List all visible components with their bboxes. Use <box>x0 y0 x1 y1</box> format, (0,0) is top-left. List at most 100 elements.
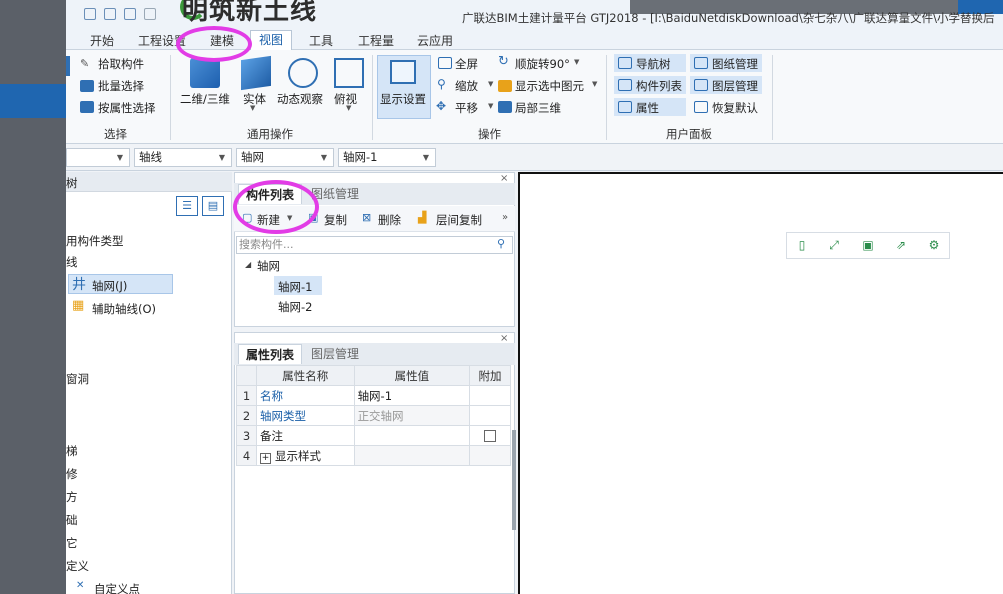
floor-copy-button[interactable]: 层间复制 <box>436 212 482 228</box>
category-select[interactable]: 轴线 ▼ <box>134 148 232 167</box>
window-title: 广联达BIM土建计量平台 GTJ2018 - [I:\BaiduNetdiskD… <box>462 11 995 25</box>
navigator-item[interactable]: 线 <box>66 254 78 270</box>
navigator-item[interactable]: 用构件类型 <box>66 233 124 249</box>
property-extra <box>469 385 511 406</box>
local-3d-button[interactable]: 局部三维 <box>515 100 561 116</box>
navigator-item-grid[interactable]: 轴网(J) <box>92 278 127 294</box>
tree-item-grid-2[interactable]: 轴网-2 <box>278 299 312 315</box>
component-list-button[interactable]: 构件列表 <box>636 78 682 94</box>
fullscreen-icon <box>438 57 452 69</box>
solid-icon <box>241 55 271 91</box>
phone-icon[interactable]: ▯ <box>794 237 810 253</box>
properties-button[interactable]: 属性 <box>636 100 659 116</box>
property-name: 备注 <box>255 425 355 446</box>
fullscreen-button[interactable]: 全屏 <box>455 56 478 72</box>
column-header: 属性值 <box>353 365 471 386</box>
quick-access-save-icon[interactable] <box>124 8 136 20</box>
type-select[interactable]: 轴网 ▼ <box>236 148 334 167</box>
tab-quantities[interactable]: 工程量 <box>358 32 394 49</box>
property-extra <box>469 445 511 466</box>
rotate-90-button[interactable]: 顺旋转90° <box>515 56 570 72</box>
navigator-item[interactable]: 修 <box>66 466 78 482</box>
tree-root[interactable]: 轴网 <box>257 258 280 274</box>
zoom-icon: ⚲ <box>437 77 446 91</box>
navigator-item[interactable]: 方 <box>66 489 78 505</box>
table-row[interactable]: 2 轴网类型 正交轴网 <box>236 405 511 426</box>
table-row[interactable]: 1 名称 轴网-1 <box>236 385 511 406</box>
quick-access-new-icon[interactable] <box>84 8 96 20</box>
property-extra[interactable] <box>469 425 511 446</box>
navigator-item[interactable]: 梯 <box>66 443 78 459</box>
property-value[interactable]: 轴网-1 <box>353 385 471 406</box>
additional-checkbox[interactable] <box>484 430 497 442</box>
navigator-tree-button[interactable]: 导航树 <box>636 56 671 72</box>
pan-dropdown-icon[interactable]: ▼ <box>488 102 493 110</box>
table-row[interactable]: 4 + 显示样式 <box>236 445 511 466</box>
fullscreen-icon[interactable]: ⤢ <box>826 237 842 253</box>
pick-component-button[interactable]: 拾取构件 <box>98 56 144 72</box>
save-icon[interactable]: ▣ <box>860 237 876 253</box>
batch-select-button[interactable]: 批量选择 <box>98 78 144 94</box>
tab-view[interactable]: 视图 <box>250 30 293 50</box>
instance-select[interactable]: 轴网-1 ▼ <box>338 148 436 167</box>
tab-cloud[interactable]: 云应用 <box>417 32 453 49</box>
tab-tools[interactable]: 工具 <box>309 32 333 49</box>
show-selected-icon <box>498 80 512 92</box>
navigator-item[interactable]: 础 <box>66 512 78 528</box>
solid-dropdown-icon[interactable]: ▼ <box>250 104 255 112</box>
detail-view-icon[interactable]: ▤ <box>202 196 224 216</box>
navigator-header <box>66 172 232 192</box>
drawing-manager-icon <box>694 57 708 69</box>
tab-layer-manager[interactable]: 图层管理 <box>304 344 366 364</box>
restore-default-button[interactable]: 恢复默认 <box>712 100 758 116</box>
tab-start[interactable]: 开始 <box>90 32 114 49</box>
navigator-item[interactable]: 它 <box>66 535 78 551</box>
tab-property-list[interactable]: 属性列表 <box>238 344 303 364</box>
row-index: 4 <box>236 445 257 466</box>
delete-component-button[interactable]: 删除 <box>378 212 401 228</box>
zoom-button[interactable]: 缩放 <box>455 78 478 94</box>
display-settings-button[interactable]: 显示设置 <box>380 91 426 107</box>
2d-3d-button[interactable]: 二维/三维 <box>180 91 230 107</box>
floor-select[interactable]: ▼ <box>66 148 130 167</box>
navigator-item[interactable]: 定义 <box>66 558 89 574</box>
property-scrollbar[interactable] <box>512 430 516 530</box>
2d-3d-icon <box>190 58 220 88</box>
restore-default-icon <box>694 101 708 113</box>
component-search-input[interactable]: 搜索构件... <box>236 236 513 254</box>
settings-icon[interactable]: ⚙ <box>926 237 942 253</box>
tree-item-grid-1[interactable]: 轴网-1 <box>278 279 312 295</box>
zoom-dropdown-icon[interactable]: ▼ <box>488 80 493 88</box>
show-selected-dropdown-icon[interactable]: ▼ <box>592 80 597 88</box>
drawing-manager-button[interactable]: 图纸管理 <box>712 56 758 72</box>
group-separator <box>372 55 373 140</box>
pan-button[interactable]: 平移 <box>455 100 478 116</box>
orbit-button[interactable]: 动态观察 <box>277 91 323 107</box>
operate-group-label: 操作 <box>478 127 501 141</box>
search-icon[interactable]: ⚲ <box>497 237 505 250</box>
pan-icon: ✥ <box>436 99 447 113</box>
select-by-property-button[interactable]: 按属性选择 <box>98 100 156 116</box>
table-row[interactable]: 3 备注 <box>236 425 511 446</box>
properties-icon <box>618 101 632 113</box>
component-list-icon <box>618 79 632 91</box>
quick-access-edit-icon[interactable] <box>104 8 116 20</box>
pick-component-icon: ✎ <box>80 57 90 70</box>
top-view-icon <box>334 58 364 88</box>
top-view-dropdown-icon[interactable]: ▼ <box>346 104 351 112</box>
property-value[interactable] <box>353 425 471 446</box>
copy-component-button[interactable]: 复制 <box>324 212 347 228</box>
tree-collapse-icon[interactable]: ◢ <box>245 260 251 269</box>
more-tools-button[interactable]: » <box>502 212 508 223</box>
navigator-item-auxiliary-axis[interactable]: 辅助轴线(O) <box>92 301 156 317</box>
rotate-dropdown-icon[interactable]: ▼ <box>574 58 579 66</box>
layer-manager-button[interactable]: 图层管理 <box>712 78 758 94</box>
navigator-item-custom-point[interactable]: 自定义点 <box>94 581 140 594</box>
show-selected-button[interactable]: 显示选中图元 <box>515 78 584 94</box>
list-view-icon[interactable]: ☰ <box>176 196 198 216</box>
expand-icon[interactable]: + <box>259 452 271 464</box>
row-index: 2 <box>236 405 257 426</box>
export-icon[interactable]: ⇗ <box>893 237 909 253</box>
quick-access-undo-icon[interactable] <box>144 8 156 20</box>
navigator-item[interactable]: 窗洞 <box>66 371 89 387</box>
